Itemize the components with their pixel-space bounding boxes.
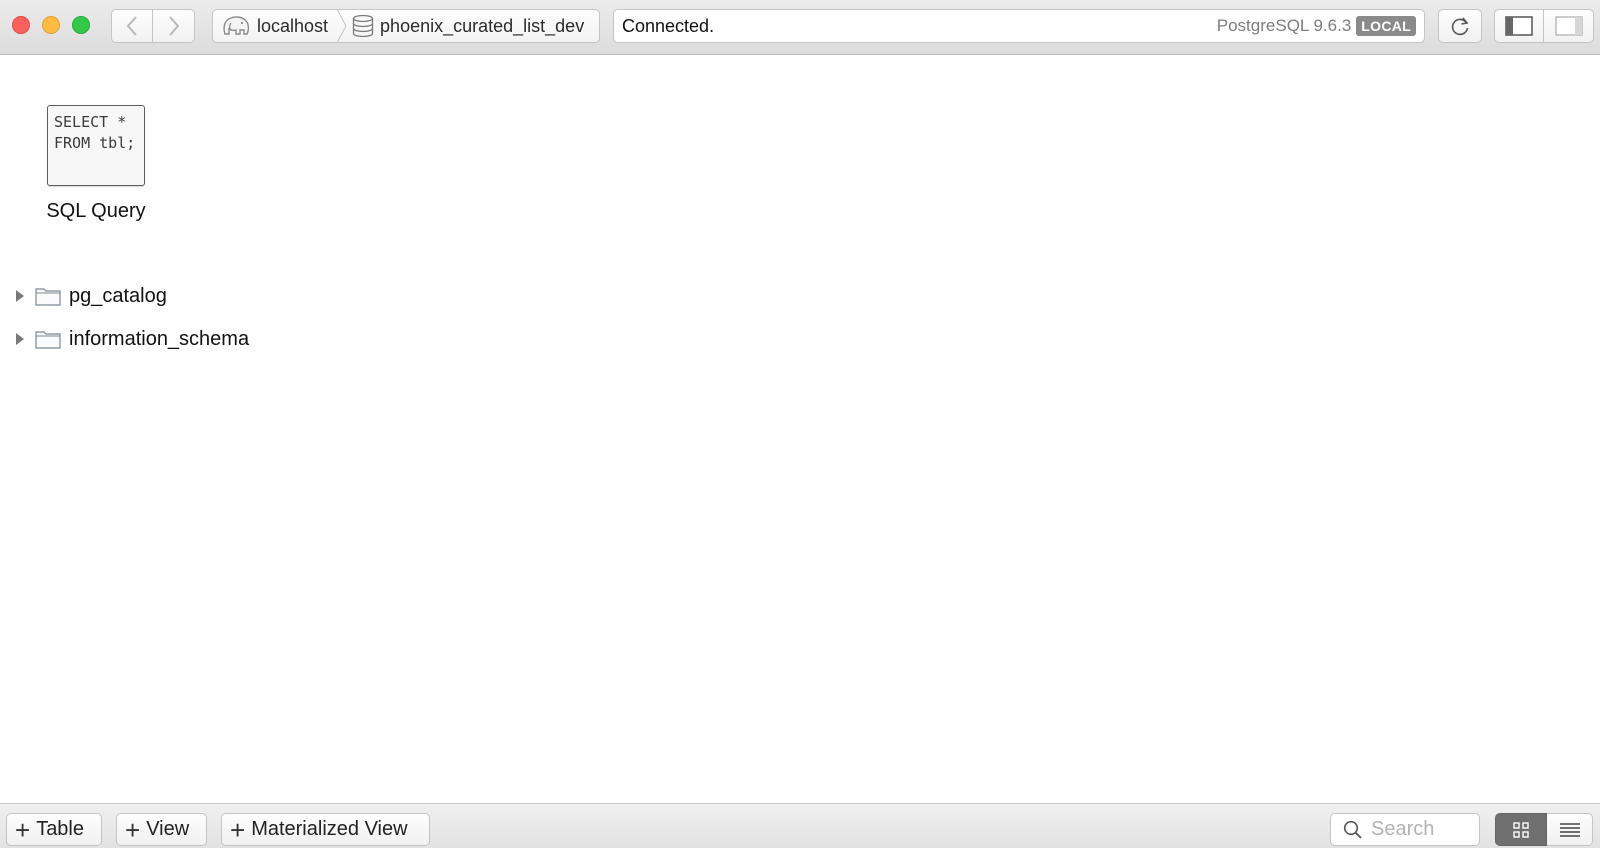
server-version: PostgreSQL 9.6.3 [1216,16,1352,35]
sql-query-tile[interactable]: SELECT * FROM tbl; [47,105,145,186]
local-badge: LOCAL [1356,16,1416,36]
toggle-right-sidebar-button[interactable] [1544,9,1594,43]
chevron-right-icon [168,16,179,36]
connection-breadcrumb: localhost phoenix_curated_list_dev [212,9,600,43]
breadcrumb-database[interactable]: phoenix_curated_list_dev [348,10,584,42]
grid-view-button[interactable] [1495,813,1547,846]
chevron-left-icon [126,16,137,36]
add-view-label: View [146,818,190,840]
list-view-button[interactable] [1547,813,1593,846]
grid-icon [1513,821,1529,838]
add-table-button[interactable]: + Table [6,813,102,846]
add-materialized-view-button[interactable]: + Materialized View [221,813,430,846]
plus-icon: + [230,814,246,845]
toggle-left-sidebar-button[interactable] [1494,9,1544,43]
folder-icon [35,329,61,349]
breadcrumb-separator-icon [336,9,347,43]
folder-icon [35,286,61,306]
minimize-window-button[interactable] [42,16,60,34]
add-view-button[interactable]: + View [116,813,207,846]
database-icon [352,14,374,38]
close-window-button[interactable] [12,16,30,34]
bottom-bar: + Table + View + Materialized View [0,803,1600,848]
add-materialized-view-label: Materialized View [251,818,408,840]
sidebar-right-icon [1554,16,1583,36]
disclosure-triangle-icon[interactable] [14,286,28,306]
elephant-icon [223,16,250,35]
schema-row-information-schema[interactable]: information_schema [14,325,249,353]
add-table-label: Table [36,818,84,840]
refresh-icon [1451,17,1469,36]
maximize-window-button[interactable] [72,16,90,34]
connection-status-bar: Connected. PostgreSQL 9.6.3 LOCAL [613,9,1425,43]
search-field[interactable] [1330,813,1480,846]
disclosure-triangle-icon[interactable] [14,329,28,349]
sidebar-left-icon [1505,16,1533,36]
schema-name: information_schema [69,327,250,350]
breadcrumb-host[interactable]: localhost [213,10,336,42]
back-button[interactable] [111,9,153,43]
plus-icon: + [125,814,141,845]
plus-icon: + [15,814,31,845]
sql-query-label[interactable]: SQL Query [36,200,156,223]
list-icon [1559,822,1580,837]
host-label: localhost [257,15,329,36]
forward-button[interactable] [153,9,195,43]
schema-row-pg-catalog[interactable]: pg_catalog [14,282,167,310]
schema-name: pg_catalog [69,284,167,307]
database-label: phoenix_curated_list_dev [380,15,585,36]
search-input[interactable] [1371,818,1471,841]
title-bar: localhost phoenix_curated_list_dev Conne… [0,0,1600,55]
status-text: Connected. [622,15,715,36]
refresh-button[interactable] [1438,9,1482,43]
search-icon [1343,820,1362,839]
